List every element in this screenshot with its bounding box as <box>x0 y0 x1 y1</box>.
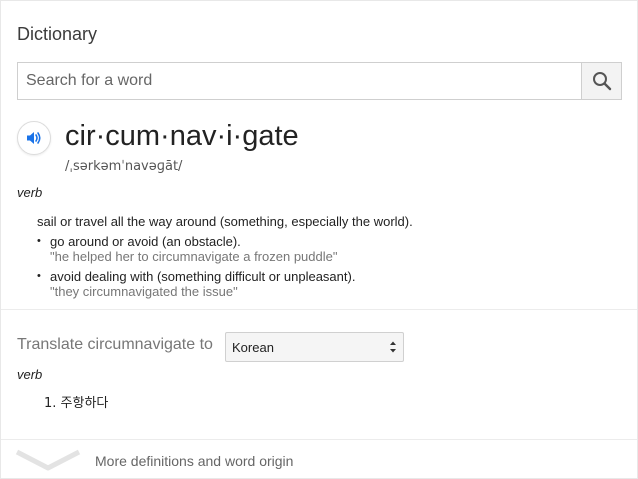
language-select-value: Korean <box>232 339 274 355</box>
sub-sense-item: • avoid dealing with (something difficul… <box>37 269 355 299</box>
translation-part-of-speech: verb <box>17 367 43 382</box>
footer-divider <box>1 439 637 440</box>
section-divider <box>1 309 637 310</box>
speaker-icon <box>27 132 41 144</box>
main-definition: sail or travel all the way around (somet… <box>37 214 413 229</box>
sub-sense-list: • go around or avoid (an obstacle). "he … <box>37 234 355 304</box>
pronunciation: /ˌsərkəmˈnavəɡāt/ <box>65 159 183 174</box>
search-button[interactable] <box>581 63 621 99</box>
search-input[interactable] <box>18 63 581 99</box>
sub-sense-item: • go around or avoid (an obstacle). "he … <box>37 234 355 264</box>
part-of-speech: verb <box>17 185 43 200</box>
more-definitions-link[interactable]: More definitions and word origin <box>95 453 293 469</box>
dictionary-card: Dictionary cir·cum·nav·i·gate /ˌsərkəmˈn… <box>0 0 638 479</box>
search-box <box>17 62 622 100</box>
headword: cir·cum·nav·i·gate <box>65 120 299 152</box>
bullet: • <box>37 270 41 282</box>
sub-sense-example: "he helped her to circumnavigate a froze… <box>50 249 338 264</box>
select-arrows-icon <box>390 341 396 353</box>
card-title: Dictionary <box>17 24 98 44</box>
sub-sense-example: "they circumnavigated the issue" <box>50 284 238 299</box>
sub-sense-definition: go around or avoid (an obstacle). <box>50 234 241 249</box>
chevron-down-icon[interactable] <box>15 448 81 472</box>
translate-label: Translate circumnavigate to <box>17 336 213 353</box>
bullet: • <box>37 235 41 247</box>
sub-sense-definition: avoid dealing with (something difficult … <box>50 269 356 284</box>
translation-result: 1. 주항하다 <box>44 396 109 411</box>
language-select[interactable]: Korean <box>225 332 404 362</box>
pronunciation-audio-button[interactable] <box>17 121 51 155</box>
search-icon <box>592 72 611 91</box>
